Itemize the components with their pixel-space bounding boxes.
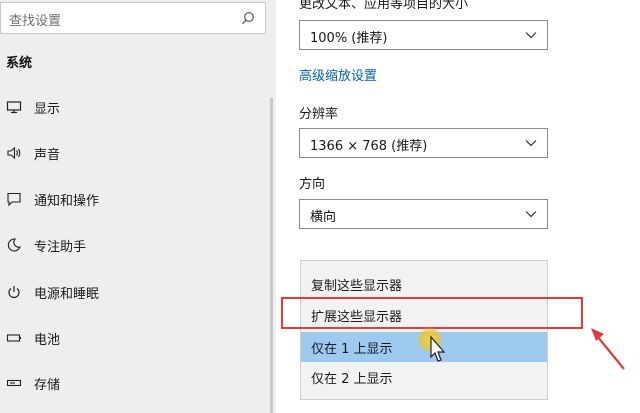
sidebar-scrollbar[interactable] (270, 98, 273, 413)
resolution-dropdown[interactable]: 1366 × 768 (推荐) (299, 128, 548, 158)
settings-sidebar: 查找设置 系统 显示 声音 通知和操作 专注助手 电源和睡眠 电池 存储 (0, 0, 276, 413)
search-input[interactable]: 查找设置 (0, 2, 266, 34)
menu-option-show-only-2[interactable]: 仅在 2 上显示 (301, 362, 547, 392)
battery-icon (6, 334, 21, 342)
monitor-icon (6, 101, 22, 114)
sidebar-item-display[interactable]: 显示 (0, 92, 270, 122)
advanced-scaling-link[interactable]: 高级缩放设置 (299, 65, 377, 84)
sidebar-item-label: 声音 (34, 148, 61, 163)
sidebar-item-storage[interactable]: 存储 (0, 368, 270, 398)
scale-dropdown[interactable]: 100% (推荐) (299, 20, 548, 50)
moon-icon (7, 238, 21, 252)
menu-option-label: 复制这些显示器 (311, 279, 403, 294)
orientation-label: 方向 (299, 177, 326, 192)
sidebar-item-sound[interactable]: 声音 (0, 138, 270, 168)
sidebar-item-label: 电池 (34, 333, 61, 348)
scale-heading: 更改文本、应用等项目的大小 (299, 0, 469, 12)
sidebar-item-power-sleep[interactable]: 电源和睡眠 (0, 277, 270, 307)
sidebar-item-battery[interactable]: 电池 (0, 323, 270, 353)
search-icon (242, 12, 254, 25)
chevron-down-icon (525, 32, 537, 39)
annotation-highlight-box (281, 297, 583, 329)
mouse-pointer-icon (430, 335, 446, 362)
menu-option-duplicate[interactable]: 复制这些显示器 (301, 269, 547, 299)
notification-icon (7, 192, 21, 207)
sidebar-item-notifications[interactable]: 通知和操作 (0, 184, 270, 214)
sidebar-item-label: 电源和睡眠 (34, 287, 100, 302)
menu-option-label: 仅在 2 上显示 (311, 372, 393, 387)
speaker-icon (7, 146, 21, 160)
storage-icon (6, 379, 22, 387)
section-title-system: 系统 (6, 56, 33, 71)
search-placeholder: 查找设置 (9, 14, 62, 29)
menu-option-label: 仅在 1 上显示 (311, 342, 393, 357)
annotation-arrow-icon (591, 328, 625, 370)
sidebar-item-label: 专注助手 (34, 240, 87, 255)
sidebar-item-label: 存储 (34, 378, 61, 393)
sidebar-item-label: 通知和操作 (34, 194, 100, 209)
orientation-value: 横向 (310, 210, 337, 225)
resolution-value: 1366 × 768 (推荐) (310, 139, 428, 154)
chevron-down-icon (525, 140, 537, 147)
power-icon (8, 286, 20, 299)
resolution-label: 分辨率 (299, 107, 339, 122)
sidebar-item-focus-assist[interactable]: 专注助手 (0, 230, 270, 260)
scale-value: 100% (推荐) (310, 31, 388, 46)
orientation-dropdown[interactable]: 横向 (299, 199, 548, 229)
chevron-down-icon (525, 211, 537, 218)
sidebar-item-label: 显示 (34, 102, 61, 117)
